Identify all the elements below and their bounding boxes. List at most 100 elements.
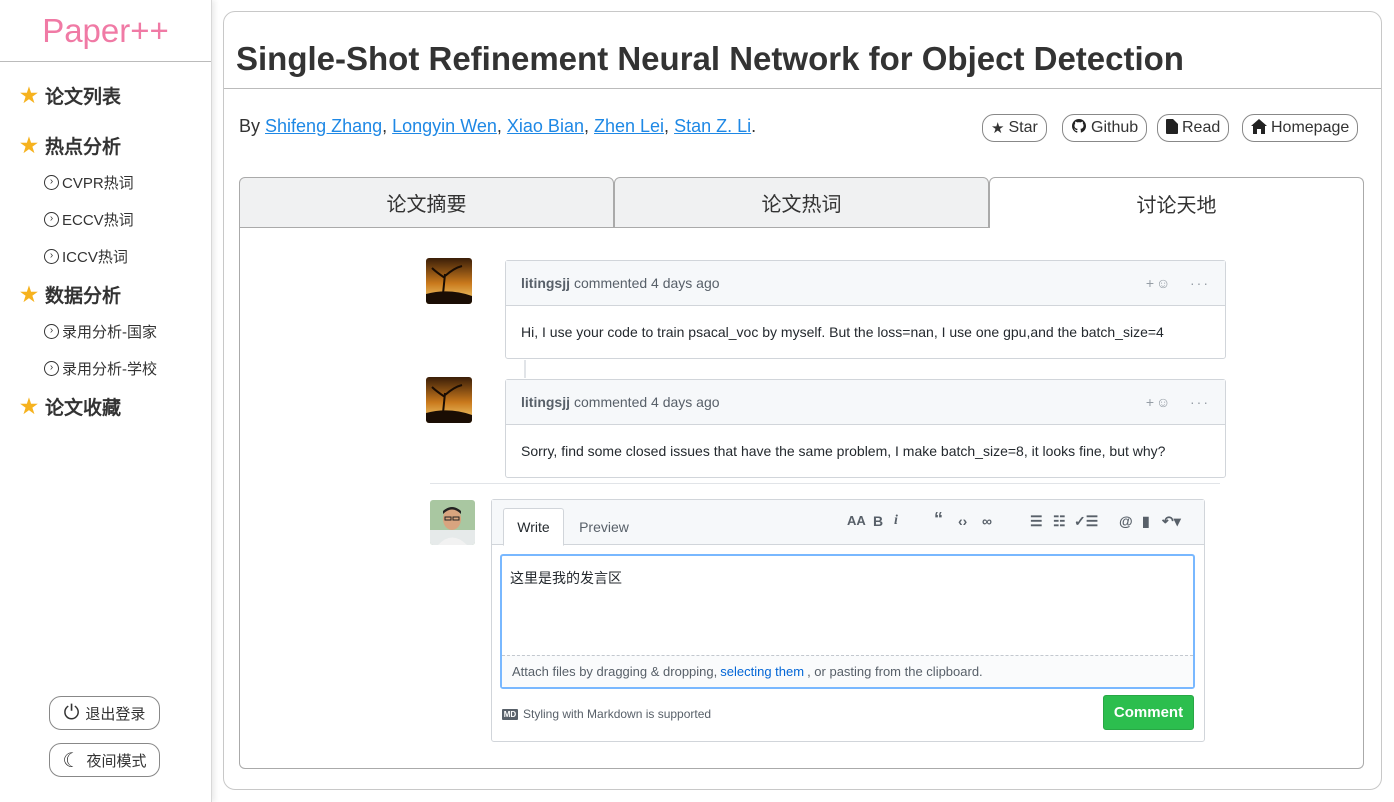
italic-icon[interactable]: i — [894, 513, 898, 529]
mention-icon[interactable]: @ — [1119, 513, 1133, 529]
editor-toolbar: Write Preview AA B i “ ‹› ∞ ☰ ☷ ✓☰ @ ▮ ↶… — [492, 500, 1204, 546]
attach-files-hint: Attach files by dragging & dropping, sel… — [502, 655, 1193, 687]
bookmark-icon[interactable]: ▮ — [1142, 513, 1150, 530]
nav-iccv-hotwords[interactable]: › ICCV热词 — [0, 238, 211, 275]
nav-label: 数据分析 — [45, 285, 122, 307]
text-size-icon[interactable]: AA — [847, 513, 866, 528]
paper-card: Single-Shot Refinement Neural Network fo… — [223, 11, 1382, 790]
avatar[interactable] — [426, 258, 472, 304]
reply-icon[interactable]: ↶▾ — [1162, 513, 1181, 530]
tab-hotwords[interactable]: 论文热词 — [614, 177, 989, 228]
add-reaction-icon[interactable]: +☺ — [1146, 275, 1172, 291]
title-divider — [224, 88, 1381, 89]
file-icon — [1166, 118, 1178, 138]
markdown-note-text: Styling with Markdown is supported — [523, 707, 712, 721]
author-link[interactable]: Stan Z. Li — [674, 116, 751, 136]
tab-bar: 论文摘要 论文热词 讨论天地 — [239, 177, 1364, 228]
discussion-panel: litingsjj commented 4 days ago +☺ ··· Hi… — [239, 227, 1364, 769]
nav-label: CVPR热词 — [62, 175, 134, 192]
comment-textarea[interactable]: 这里是我的发言区 Attach files by dragging & drop… — [500, 554, 1195, 689]
tab-abstract[interactable]: 论文摘要 — [239, 177, 614, 228]
nav-label: 录用分析-学校 — [62, 361, 157, 378]
comment-meta: commented 4 days ago — [574, 275, 720, 291]
star-icon: ★ — [991, 120, 1005, 137]
tab-write[interactable]: Write — [503, 508, 564, 546]
github-label: Github — [1091, 119, 1139, 136]
paper-title: Single-Shot Refinement Neural Network fo… — [236, 40, 1184, 77]
nav-cvpr-hotwords[interactable]: › CVPR热词 — [0, 164, 211, 201]
tab-label: 讨论天地 — [1136, 194, 1217, 217]
chevron-right-icon: › — [44, 324, 59, 339]
nav-accept-country[interactable]: › 录用分析-国家 — [0, 313, 211, 350]
moon-icon: ☾ — [62, 749, 81, 772]
numbered-list-icon[interactable]: ☷ — [1053, 513, 1066, 530]
star-icon: ★ — [20, 134, 38, 157]
comment-header: litingsjj commented 4 days ago +☺ ··· — [506, 380, 1225, 425]
logo[interactable]: Paper++ — [0, 0, 211, 62]
thread-line — [524, 360, 526, 378]
more-icon[interactable]: ··· — [1178, 394, 1210, 410]
night-mode-button[interactable]: ☾ 夜间模式 — [49, 743, 160, 777]
author-link[interactable]: Zhen Lei — [594, 116, 664, 136]
chevron-right-icon: › — [44, 361, 59, 376]
attach-prefix: Attach files by dragging & dropping, — [512, 664, 718, 679]
read-label: Read — [1182, 119, 1221, 136]
code-icon[interactable]: ‹› — [958, 513, 967, 529]
comment: litingsjj commented 4 days ago +☺ ··· So… — [505, 379, 1226, 478]
author-link[interactable]: Longyin Wen — [392, 116, 497, 136]
nav-data-analysis[interactable]: ★ 数据分析 — [0, 275, 211, 313]
star-icon: ★ — [20, 84, 38, 107]
nav-hot-analysis[interactable]: ★ 热点分析 — [0, 126, 211, 164]
tab-preview[interactable]: Preview — [568, 508, 640, 546]
comment-submit-button[interactable]: Comment — [1103, 695, 1194, 730]
star-button[interactable]: ★ Star — [982, 114, 1047, 142]
nav-paper-list[interactable]: ★ 论文列表 — [0, 76, 211, 114]
add-reaction-icon[interactable]: +☺ — [1146, 394, 1172, 410]
bold-icon[interactable]: B — [873, 513, 883, 529]
markdown-note[interactable]: MD Styling with Markdown is supported — [502, 707, 711, 721]
current-user-avatar[interactable] — [430, 500, 475, 545]
nav-label: ICCV热词 — [62, 249, 128, 266]
chevron-right-icon: › — [44, 212, 59, 227]
markdown-icon: MD — [502, 708, 518, 720]
comment-header: litingsjj commented 4 days ago +☺ ··· — [506, 261, 1225, 306]
logout-button[interactable]: ⏻ 退出登录 — [49, 696, 160, 730]
homepage-button[interactable]: Homepage — [1242, 114, 1359, 142]
comment-author[interactable]: litingsjj — [521, 394, 570, 410]
bullet-list-icon[interactable]: ☰ — [1030, 513, 1043, 530]
home-icon — [1251, 118, 1267, 138]
read-button[interactable]: Read — [1157, 114, 1230, 142]
nav-favorites[interactable]: ★ 论文收藏 — [0, 387, 211, 425]
homepage-label: Homepage — [1271, 119, 1350, 136]
tab-discussion[interactable]: 讨论天地 — [989, 177, 1364, 228]
star-icon: ★ — [20, 395, 38, 418]
more-icon[interactable]: ··· — [1178, 275, 1210, 291]
nav-label: 热点分析 — [45, 136, 122, 158]
comment-editor: Write Preview AA B i “ ‹› ∞ ☰ ☷ ✓☰ @ ▮ ↶… — [491, 499, 1205, 742]
quote-icon[interactable]: “ — [934, 509, 943, 530]
comment-author[interactable]: litingsjj — [521, 275, 570, 291]
github-button[interactable]: Github — [1062, 114, 1148, 142]
comment-meta: commented 4 days ago — [574, 394, 720, 410]
nav-label: 论文列表 — [45, 86, 122, 108]
logout-label: 退出登录 — [85, 705, 146, 723]
task-list-icon[interactable]: ✓☰ — [1074, 513, 1098, 530]
avatar[interactable] — [426, 377, 472, 423]
link-icon[interactable]: ∞ — [982, 513, 992, 529]
comment-body: Hi, I use your code to train psacal_voc … — [521, 324, 1164, 340]
author-link[interactable]: Xiao Bian — [507, 116, 584, 136]
nav-label: 录用分析-国家 — [62, 324, 157, 341]
chevron-right-icon: › — [44, 249, 59, 264]
sidebar: Paper++ ★ 论文列表 ★ 热点分析 › CVPR热词 › ECCV热词 … — [0, 0, 212, 802]
comment-text: 这里是我的发言区 — [510, 570, 622, 586]
comment-actions: +☺ ··· — [1146, 394, 1210, 410]
select-files-link[interactable]: selecting them — [720, 664, 804, 679]
nav-eccv-hotwords[interactable]: › ECCV热词 — [0, 201, 211, 238]
author-line: By Shifeng Zhang, Longyin Wen, Xiao Bian… — [239, 116, 757, 136]
comment-body: Sorry, find some closed issues that have… — [521, 443, 1166, 459]
attach-suffix: , or pasting from the clipboard. — [807, 664, 983, 679]
author-link[interactable]: Shifeng Zhang — [265, 116, 382, 136]
nav-accept-school[interactable]: › 录用分析-学校 — [0, 350, 211, 387]
night-mode-label: 夜间模式 — [86, 752, 147, 770]
github-icon — [1071, 118, 1087, 138]
